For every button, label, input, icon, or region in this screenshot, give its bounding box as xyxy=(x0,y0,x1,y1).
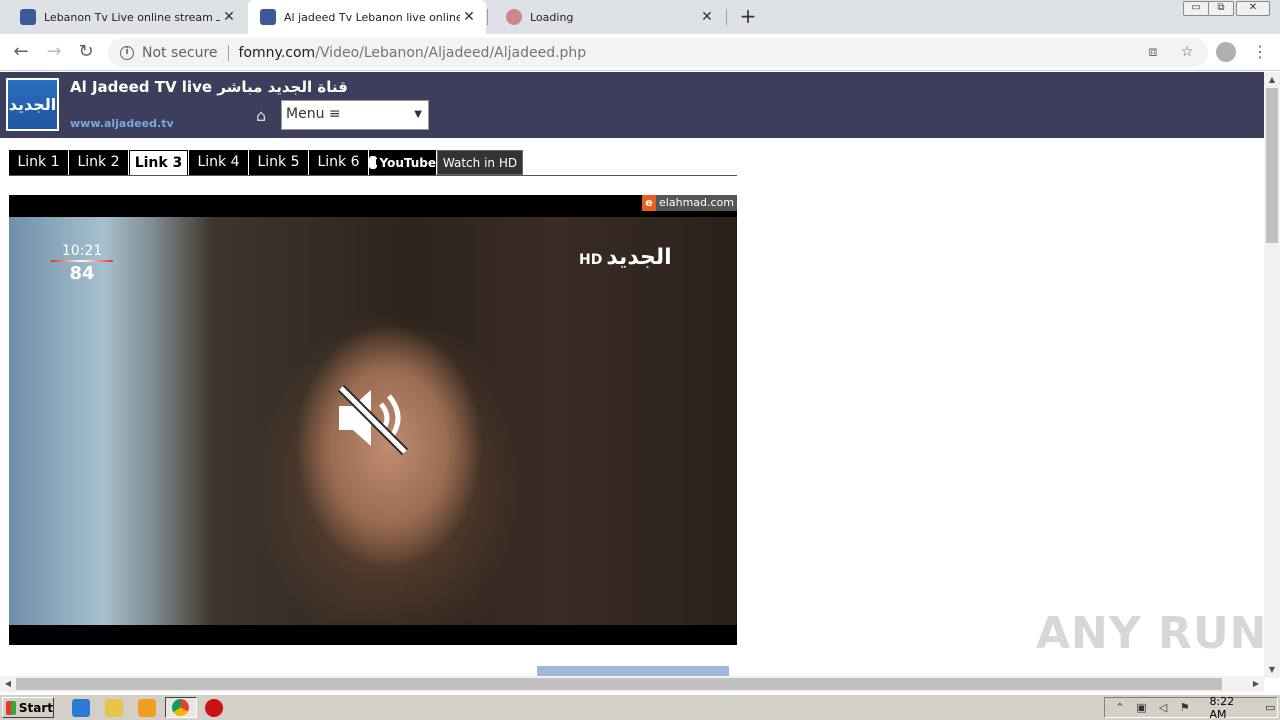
profile-avatar-icon[interactable] xyxy=(1216,42,1236,62)
url-path: /Video/Lebanon/Aljadeed/Aljadeed.php xyxy=(315,44,587,61)
youtube-label: YouTube xyxy=(379,155,436,170)
close-window-button[interactable]: ✕ xyxy=(1236,1,1270,16)
system-tray: ⌃ ▣ ◁ ⚑ 8:22 AM ▭ xyxy=(1104,695,1278,720)
scroll-up-arrow-icon[interactable]: ▲ xyxy=(1264,72,1280,88)
link-6-button[interactable]: Link 6 xyxy=(309,150,368,175)
volume-icon[interactable]: ◁ xyxy=(1156,701,1170,715)
scroll-left-arrow-icon[interactable]: ◀ xyxy=(0,676,16,692)
muted-speaker-icon[interactable] xyxy=(335,380,411,456)
menu-select-value: Menu ≡ xyxy=(286,106,341,122)
channel-logo-text: الجديد xyxy=(606,245,672,270)
start-button[interactable]: Start xyxy=(2,697,54,718)
browser-toolbar: ← → ↻ i Not secure fomny.com/Video/Leban… xyxy=(0,34,1280,71)
anyrun-watermark: ANY RUN xyxy=(1036,608,1268,659)
link-3-button[interactable]: Link 3 xyxy=(129,150,188,175)
vertical-scrollbar[interactable]: ▲ ▼ xyxy=(1264,72,1280,678)
folder-icon[interactable] xyxy=(105,699,123,717)
reload-icon[interactable]: ↻ xyxy=(74,40,98,64)
lebanon-flag-stripe xyxy=(51,260,113,262)
link-4-button[interactable]: Link 4 xyxy=(189,150,248,175)
horizontal-scroll-thumb[interactable] xyxy=(16,678,1222,690)
network-icon[interactable]: ▣ xyxy=(1135,701,1149,715)
stop-icon[interactable] xyxy=(205,699,223,717)
loading-favicon-icon xyxy=(506,9,522,25)
back-arrow-icon[interactable]: ← xyxy=(9,40,33,64)
dropdown-caret-icon: ▼ xyxy=(414,109,422,120)
elahmad-watermark[interactable]: e elahmad.com xyxy=(642,195,737,211)
restore-button[interactable]: ⧉ xyxy=(1208,1,1234,16)
minimize-button[interactable]: ▭ xyxy=(1183,1,1209,16)
tab-aljadeed[interactable]: Al jadeed Tv Lebanon live online stre ✕ xyxy=(248,0,486,34)
close-tab-icon[interactable]: ✕ xyxy=(220,9,238,25)
tab-title: Lebanon Tv Live online stream ساـ xyxy=(44,10,220,24)
tray-expand-icon[interactable]: ⌃ xyxy=(1113,701,1127,715)
tv-clock-overlay: 10:21 84 xyxy=(51,243,113,284)
security-label: Not secure xyxy=(142,44,218,61)
page-viewport: الجديد Al Jadeed TV live قناة الجديد مبا… xyxy=(0,72,1264,678)
browser-menu-icon[interactable]: ⋮ xyxy=(1252,42,1268,62)
watermark-text: elahmad.com xyxy=(659,196,734,209)
forward-arrow-icon[interactable]: → xyxy=(42,40,66,64)
link-5-button[interactable]: Link 5 xyxy=(249,150,308,175)
address-bar[interactable]: i Not secure fomny.com/Video/Lebanon/Alj… xyxy=(108,38,1208,67)
home-icon[interactable]: ⌂ xyxy=(256,108,274,124)
aljadeed-logo[interactable]: الجديد xyxy=(6,78,59,131)
tv-favicon-icon xyxy=(260,9,276,25)
chrome-icon xyxy=(172,699,189,716)
media-player-icon[interactable] xyxy=(138,699,156,717)
action-center-flag-icon[interactable]: ⚑ xyxy=(1178,701,1192,715)
watermark-e-icon: e xyxy=(642,195,657,211)
video-player[interactable]: e elahmad.com 10:21 84 HD الجديد xyxy=(9,195,737,645)
tab-separator xyxy=(726,9,727,25)
browser-tab-strip: Lebanon Tv Live online stream ساـ ✕ Al j… xyxy=(0,0,1280,34)
internet-explorer-icon[interactable] xyxy=(72,699,90,717)
windows-flag-icon xyxy=(6,700,16,715)
clock-time[interactable]: 8:22 AM xyxy=(1209,695,1253,720)
show-desktop-icon[interactable]: ▭ xyxy=(1263,701,1277,715)
scroll-down-arrow-icon[interactable]: ▼ xyxy=(1264,662,1280,678)
horizontal-scrollbar[interactable]: ◀ ▶ xyxy=(0,676,1264,692)
address-divider xyxy=(227,44,229,61)
windows-taskbar: Start ⌃ ▣ ◁ ⚑ 8:22 AM ▭ xyxy=(0,694,1280,720)
link-2-button[interactable]: Link 2 xyxy=(69,150,128,175)
tab-loading[interactable]: Loading ✕ xyxy=(488,0,724,34)
close-tab-icon[interactable]: ✕ xyxy=(698,9,716,25)
tab-title: Al jadeed Tv Lebanon live online stre xyxy=(284,10,460,24)
bookmark-star-icon[interactable]: ☆ xyxy=(1178,43,1196,61)
channel-logo-overlay: HD الجديد xyxy=(579,245,672,270)
site-url-link[interactable]: www.aljadeed.tv xyxy=(70,117,174,130)
youtube-button[interactable]: YouTube xyxy=(369,150,436,175)
site-header: الجديد Al Jadeed TV live قناة الجديد مبا… xyxy=(0,72,1264,138)
youtube-play-icon xyxy=(369,156,383,169)
tab-lebanon-tv[interactable]: Lebanon Tv Live online stream ساـ ✕ xyxy=(2,0,246,34)
new-tab-button[interactable]: + xyxy=(736,5,760,29)
chrome-taskbar-button[interactable] xyxy=(165,697,197,718)
scroll-right-arrow-icon[interactable]: ▶ xyxy=(1248,676,1264,692)
tv-favicon-icon xyxy=(20,9,36,25)
start-label: Start xyxy=(18,700,53,715)
translate-icon[interactable]: ⧈ xyxy=(1144,43,1162,61)
site-title: Al Jadeed TV live قناة الجديد مباشر xyxy=(70,78,348,96)
close-tab-icon[interactable]: ✕ xyxy=(460,9,478,25)
info-icon[interactable]: i xyxy=(120,45,134,60)
menu-select[interactable]: Menu ≡ ▼ xyxy=(281,100,429,130)
tab-title: Loading xyxy=(530,10,574,24)
tv-clock-time: 10:21 xyxy=(61,243,103,259)
vertical-scroll-thumb[interactable] xyxy=(1266,88,1278,243)
channel-hd-label: HD xyxy=(579,252,603,268)
watch-in-hd-button[interactable]: Watch in HD xyxy=(437,150,523,175)
link-1-button[interactable]: Link 1 xyxy=(9,150,68,175)
tv-temperature: 84 xyxy=(69,263,95,284)
url-host: fomny.com xyxy=(238,44,316,61)
stream-link-row: Link 1 Link 2 Link 3 Link 4 Link 5 Link … xyxy=(9,150,737,176)
